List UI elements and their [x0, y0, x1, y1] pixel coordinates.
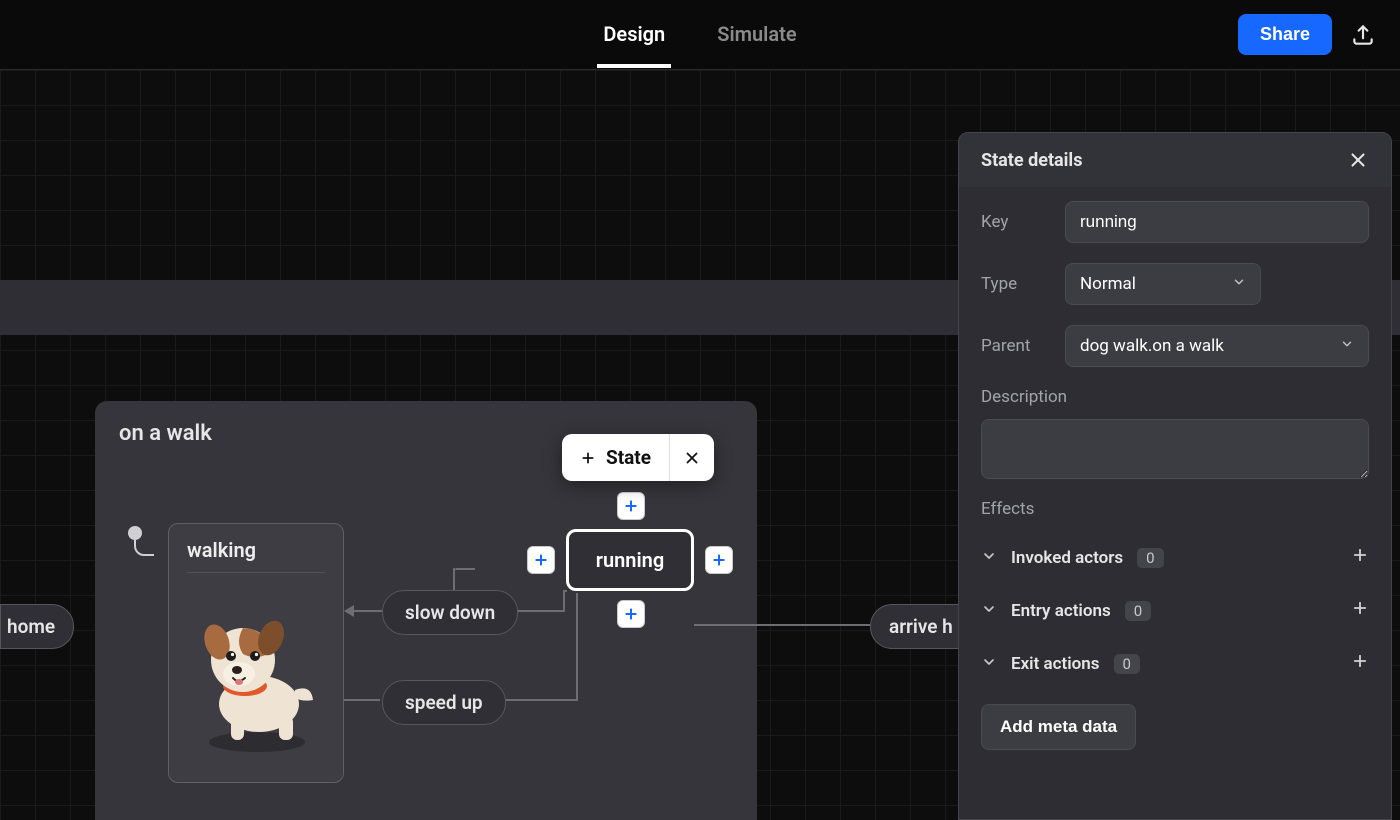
add-exit-action[interactable]	[1351, 651, 1369, 676]
connector	[576, 593, 578, 701]
state-walking-title: walking	[187, 538, 325, 573]
initial-state-connector	[134, 536, 154, 556]
connector	[563, 590, 565, 612]
popover-add-state-label: State	[606, 446, 651, 469]
share-button[interactable]: Share	[1238, 14, 1332, 55]
state-running-title: running	[596, 548, 664, 572]
add-handle-left[interactable]	[527, 546, 555, 574]
label-parent: Parent	[981, 336, 1065, 356]
panel-header: State details	[959, 133, 1391, 187]
effect-count-badge: 0	[1114, 654, 1140, 674]
label-description: Description	[981, 387, 1067, 407]
add-handle-right[interactable]	[705, 546, 733, 574]
transition-arrive-home-left[interactable]: home	[0, 604, 74, 649]
add-handle-bottom[interactable]	[617, 600, 645, 628]
effect-name: Exit actions	[1011, 654, 1100, 674]
transition-slow-down[interactable]: slow down	[382, 590, 518, 635]
input-key[interactable]	[1065, 201, 1369, 243]
app-header: Design Simulate Share	[0, 0, 1400, 70]
connector	[694, 624, 870, 626]
state-walking-image	[187, 589, 327, 759]
select-parent-value: dog walk.on a walk	[1080, 336, 1224, 356]
row-type: Type Normal	[981, 263, 1369, 305]
select-type[interactable]: Normal	[1065, 263, 1261, 305]
state-details-panel: State details Key Type Normal Parent dog…	[958, 132, 1392, 820]
add-meta-data-button[interactable]: Add meta data	[981, 704, 1136, 750]
chevron-down-icon	[1232, 274, 1246, 294]
effect-count-badge: 0	[1137, 548, 1163, 568]
chevron-down-icon[interactable]	[981, 548, 997, 568]
mode-tabs: Design Simulate	[597, 2, 802, 68]
add-entry-action[interactable]	[1351, 598, 1369, 623]
chevron-down-icon[interactable]	[981, 654, 997, 674]
row-key: Key	[981, 201, 1369, 243]
popover-add-state[interactable]: State	[562, 434, 669, 481]
state-running[interactable]: running	[566, 529, 694, 591]
label-key: Key	[981, 212, 1065, 232]
add-state-popover: State	[562, 434, 714, 481]
connector	[354, 610, 382, 612]
label-effects: Effects	[981, 499, 1369, 519]
add-handle-top[interactable]	[617, 492, 645, 520]
popover-close[interactable]	[670, 434, 714, 481]
row-invoked-actors: Invoked actors 0	[981, 531, 1369, 584]
panel-title: State details	[981, 150, 1082, 171]
input-description[interactable]	[981, 419, 1369, 479]
state-walking[interactable]: walking	[168, 523, 344, 783]
row-parent: Parent dog walk.on a walk	[981, 325, 1369, 367]
row-exit-actions: Exit actions 0	[981, 637, 1369, 690]
panel-close-icon[interactable]	[1347, 149, 1369, 171]
connector	[344, 699, 380, 701]
transition-speed-up[interactable]: speed up	[382, 680, 506, 725]
label-type: Type	[981, 274, 1065, 294]
add-invoked-actor[interactable]	[1351, 545, 1369, 570]
transition-arrive-home-right[interactable]: arrive h	[870, 604, 960, 649]
chevron-down-icon	[1340, 336, 1354, 356]
connector	[502, 699, 578, 701]
export-icon[interactable]	[1350, 22, 1376, 48]
effect-count-badge: 0	[1125, 601, 1151, 621]
panel-body: Key Type Normal Parent dog walk.on a wal…	[959, 187, 1391, 819]
row-description: Description	[981, 387, 1369, 479]
connector-arrow	[344, 605, 354, 617]
select-type-value: Normal	[1080, 274, 1136, 294]
tab-design[interactable]: Design	[597, 2, 671, 68]
tab-simulate[interactable]: Simulate	[711, 2, 802, 68]
header-actions: Share	[1238, 14, 1376, 55]
connector	[455, 568, 475, 570]
row-entry-actions: Entry actions 0	[981, 584, 1369, 637]
chevron-down-icon[interactable]	[981, 601, 997, 621]
select-parent[interactable]: dog walk.on a walk	[1065, 325, 1369, 367]
effect-name: Invoked actors	[1011, 548, 1123, 568]
connector	[563, 590, 567, 592]
effect-name: Entry actions	[1011, 601, 1111, 621]
